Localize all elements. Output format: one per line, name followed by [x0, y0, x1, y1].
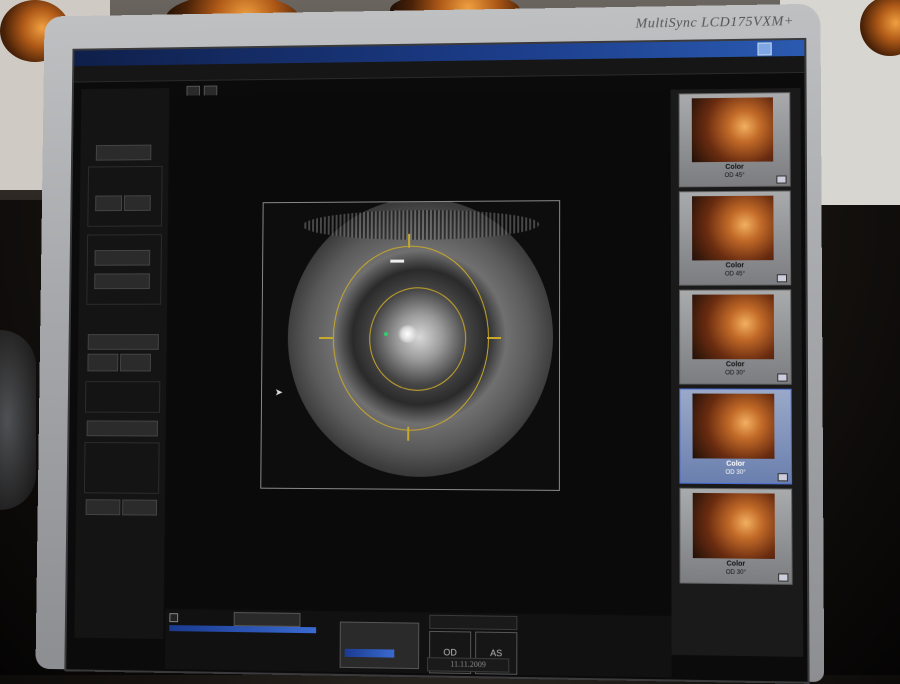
panel-button[interactable] [119, 353, 151, 372]
capture-button[interactable] [233, 612, 301, 627]
panel-button[interactable] [95, 195, 123, 212]
bottom-controls: OD AS 11.11.2009 [164, 609, 672, 678]
panel-button[interactable] [87, 334, 159, 350]
fundus-thumbnail [692, 195, 774, 261]
thumbnail-item[interactable]: Color OD 30° [679, 487, 793, 585]
panel-group [84, 381, 161, 413]
monitor-bezel: MultiSync LCD175VXM+ ➤ OD AS 11.11.2009 … [35, 3, 825, 684]
panel-button[interactable] [123, 195, 151, 211]
fundus-thumbnail [692, 393, 775, 459]
thumbnail-label: Color [725, 163, 744, 171]
thumbnail-sub: OD 30° [725, 370, 746, 377]
footer-text [429, 614, 518, 631]
reticle-inner-ring [368, 287, 467, 391]
window-icon[interactable] [757, 42, 772, 56]
status-box [339, 621, 420, 670]
thumbnail-label: Color [725, 262, 745, 270]
option-checkbox[interactable] [169, 613, 179, 623]
fundus-thumbnail [691, 97, 774, 163]
reticle-tick [487, 337, 502, 339]
panel-button[interactable] [87, 353, 119, 372]
pupil-reflex [397, 325, 418, 343]
fixation-marker [384, 332, 388, 337]
reticle-tick [408, 233, 410, 248]
thumbnail-item[interactable]: Color OD 45° [678, 92, 791, 188]
glass-object [0, 330, 36, 510]
thumbnail-item-selected[interactable]: Color OD 30° [679, 388, 793, 485]
expand-icon[interactable] [776, 175, 787, 184]
thumbnail-label: Color [726, 460, 745, 468]
panel-group [83, 442, 160, 494]
expand-icon[interactable] [777, 373, 788, 382]
monitor-brand: MultiSync LCD175VXM+ [635, 14, 795, 32]
reticle-tick [407, 426, 409, 441]
panel-group [86, 234, 162, 305]
panel-button[interactable] [86, 420, 158, 437]
live-image-area: ➤ [165, 89, 672, 614]
panel-button[interactable] [94, 273, 150, 290]
app-window: ➤ OD AS 11.11.2009 Color OD 45° Color OD… [64, 37, 810, 684]
panel-button[interactable] [85, 499, 121, 516]
anterior-eye-image[interactable] [260, 200, 561, 491]
panel-button[interactable] [122, 499, 158, 516]
status-progress-bar [344, 648, 395, 658]
panel-button[interactable] [95, 144, 152, 161]
thumbnail-label: Color [726, 560, 746, 568]
thumbnail-item[interactable]: Color OD 45° [678, 190, 792, 286]
thumbnail-sub: OD 45° [724, 271, 745, 278]
expand-icon[interactable] [777, 473, 788, 482]
expand-icon[interactable] [776, 274, 788, 283]
reticle-tick [319, 337, 333, 339]
expand-icon[interactable] [778, 573, 789, 582]
thumbnail-strip: Color OD 45° Color OD 45° Color OD 30° C… [670, 88, 804, 657]
panel-button[interactable] [94, 249, 151, 266]
thumbnail-label: Color [725, 361, 745, 369]
thumbnail-sub: OD 30° [725, 569, 747, 577]
fundus-thumbnail [692, 492, 775, 559]
thumbnail-item[interactable]: Color OD 30° [679, 289, 792, 385]
cursor-icon: ➤ [274, 387, 283, 399]
fundus-thumbnail [692, 294, 775, 360]
capture-date: 11.11.2009 [427, 657, 510, 673]
left-control-panel [74, 88, 170, 639]
thumbnail-sub: OD 45° [724, 172, 745, 179]
thumbnail-sub: OD 30° [725, 469, 746, 477]
